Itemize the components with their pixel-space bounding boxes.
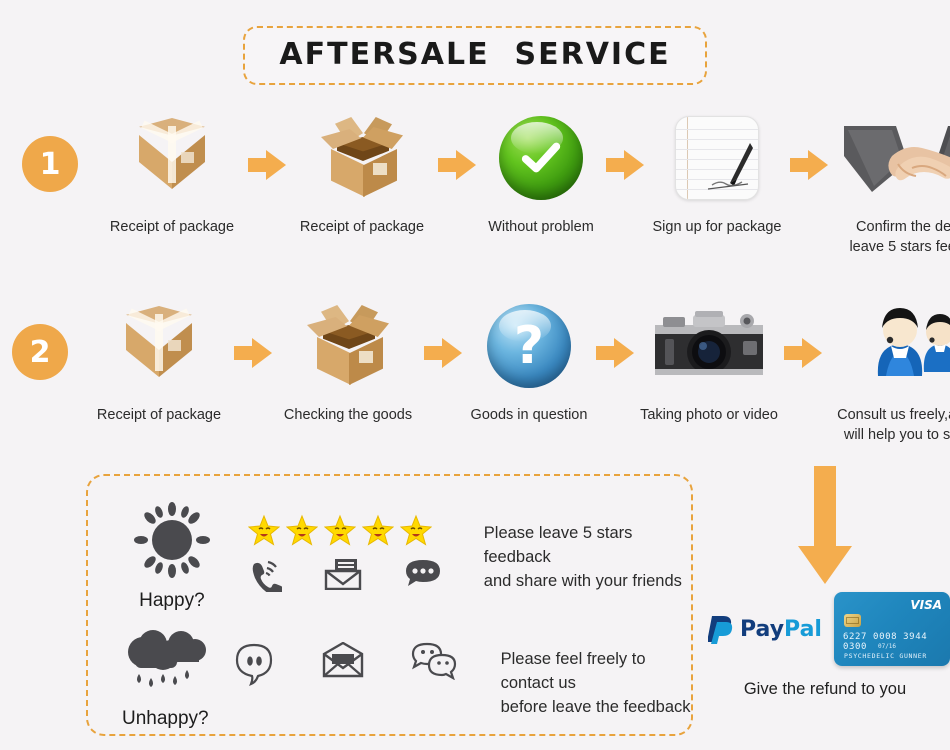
happy-star-icon — [285, 514, 318, 546]
flow-step-label: Goods in question — [470, 407, 588, 423]
speech-balloon-face-icon[interactable] — [233, 642, 275, 686]
flow-step-label: Confirm the delivery, leave 5 stars feed… — [849, 219, 950, 255]
blue-question-sphere-icon: ? — [487, 300, 571, 392]
flow-step-2-1: Receipt of package — [84, 300, 234, 426]
unhappy-contact-icons — [233, 642, 457, 686]
unhappy-label: Unhappy? — [121, 708, 209, 729]
card-expiry: 07/16 — [877, 643, 897, 650]
flow-step-label: Consult us freely,and we will help you t… — [837, 407, 950, 443]
visa-brand: VISA — [910, 598, 942, 612]
arrow-right-icon — [596, 338, 634, 368]
closed-box-icon — [122, 300, 196, 392]
flow-step-1-3: Without problem — [476, 112, 606, 238]
open-box-icon — [321, 112, 403, 204]
rain-cloud-icon — [128, 630, 207, 687]
flow-step-2-2: Checking the goods — [272, 300, 424, 426]
flow-step-2-5: Consult us freely,and we will help you t… — [822, 300, 950, 445]
closed-box-icon — [135, 112, 209, 204]
chat-bubble-icon[interactable] — [404, 558, 442, 590]
flow-step-1-2: Receipt of package — [286, 112, 438, 238]
payment-methods: PayPal VISA 6227 0008 3944 0300 07/16 PS… — [700, 592, 950, 666]
paypal-logo[interactable]: PayPal — [708, 614, 822, 644]
arrow-right-icon — [438, 150, 476, 180]
flow-step-2-4: Taking photo or video — [634, 300, 784, 426]
flow-step-label: Checking the goods — [283, 407, 413, 423]
feedback-panel: Happy? Please leave 5 stars feedback and… — [86, 474, 693, 736]
unhappy-message: Please feel freely to contact us before … — [500, 650, 691, 716]
card-number: 6227 0008 3944 0300 — [842, 632, 928, 652]
happy-star-icon — [399, 514, 432, 546]
step-number-badge-1: 1 — [22, 136, 78, 192]
arrow-right-icon — [784, 338, 822, 368]
flow-step-2-3: ? Goods in question — [462, 300, 596, 426]
arrow-right-icon — [248, 150, 286, 180]
happy-contact-icons — [248, 558, 442, 592]
card-holder: PSYCHEDELIC GUNNER — [843, 652, 928, 660]
flow-step-label: Receipt of package — [96, 407, 222, 423]
happy-star-icon — [247, 514, 280, 546]
paypal-word-pal: Pal — [784, 616, 822, 642]
ringing-phone-icon[interactable] — [248, 558, 282, 592]
paypal-wordmark: PayPal — [740, 617, 822, 642]
wechat-bubbles-icon[interactable] — [411, 642, 457, 680]
flow-step-label: Receipt of package — [299, 219, 425, 235]
happy-mood-block: Happy? — [106, 500, 238, 612]
down-arrow-icon — [798, 466, 852, 584]
page-title-container: AFTERSALE SERVICE — [0, 26, 950, 85]
refund-column: PayPal VISA 6227 0008 3944 0300 07/16 PS… — [700, 466, 950, 699]
visa-card: VISA 6227 0008 3944 0300 07/16 PSYCHEDEL… — [833, 592, 950, 666]
unhappy-mood-block: Unhappy? — [106, 626, 225, 730]
flow-row-1: 1 Receipt of package Receipt of package — [22, 112, 950, 257]
flow-step-label: Receipt of package — [109, 219, 235, 235]
paypal-word-pay: Pay — [740, 616, 785, 642]
support-agents-icon — [866, 300, 950, 392]
flow-step-1-1: Receipt of package — [96, 112, 248, 238]
handshake-icon — [842, 112, 950, 204]
camera-icon — [649, 300, 769, 392]
step-number-badge-2: 2 — [12, 324, 68, 380]
envelope-letter-icon[interactable] — [324, 558, 362, 590]
open-envelope-icon[interactable] — [321, 642, 365, 678]
title-dashed-box: AFTERSALE SERVICE — [243, 26, 707, 85]
star-rating — [247, 514, 442, 546]
happy-star-icon — [323, 514, 356, 546]
arrow-right-icon — [606, 150, 644, 180]
happy-icons-col — [247, 514, 442, 592]
flow-row-2: 2 Receipt of package Checking the goods — [12, 300, 950, 445]
card-chip-icon — [843, 614, 861, 627]
paypal-icon — [708, 616, 733, 644]
happy-star-icon — [361, 514, 394, 546]
flow-step-label: Taking photo or video — [640, 407, 778, 423]
arrow-right-icon — [424, 338, 462, 368]
arrow-right-icon — [234, 338, 272, 368]
arrow-right-icon — [790, 150, 828, 180]
happy-row: Happy? Please leave 5 stars feedback and… — [106, 500, 691, 612]
flow-step-1-5: Confirm the delivery, leave 5 stars feed… — [828, 112, 950, 257]
sun-icon — [133, 502, 210, 578]
flow-step-label: Without problem — [488, 219, 594, 235]
notepad-signature-icon — [675, 112, 759, 204]
unhappy-row: Unhappy? Please feel freely to contact u… — [106, 626, 691, 730]
happy-label: Happy? — [139, 590, 205, 611]
flow-step-1-4: Sign up for package — [644, 112, 790, 238]
page-title: AFTERSALE SERVICE — [279, 37, 671, 72]
open-box-icon — [307, 300, 389, 392]
flow-step-label: Sign up for package — [652, 219, 782, 235]
happy-message: Please leave 5 stars feedback and share … — [483, 524, 682, 590]
green-check-sphere-icon — [499, 112, 583, 204]
refund-label: Give the refund to you — [743, 680, 907, 698]
